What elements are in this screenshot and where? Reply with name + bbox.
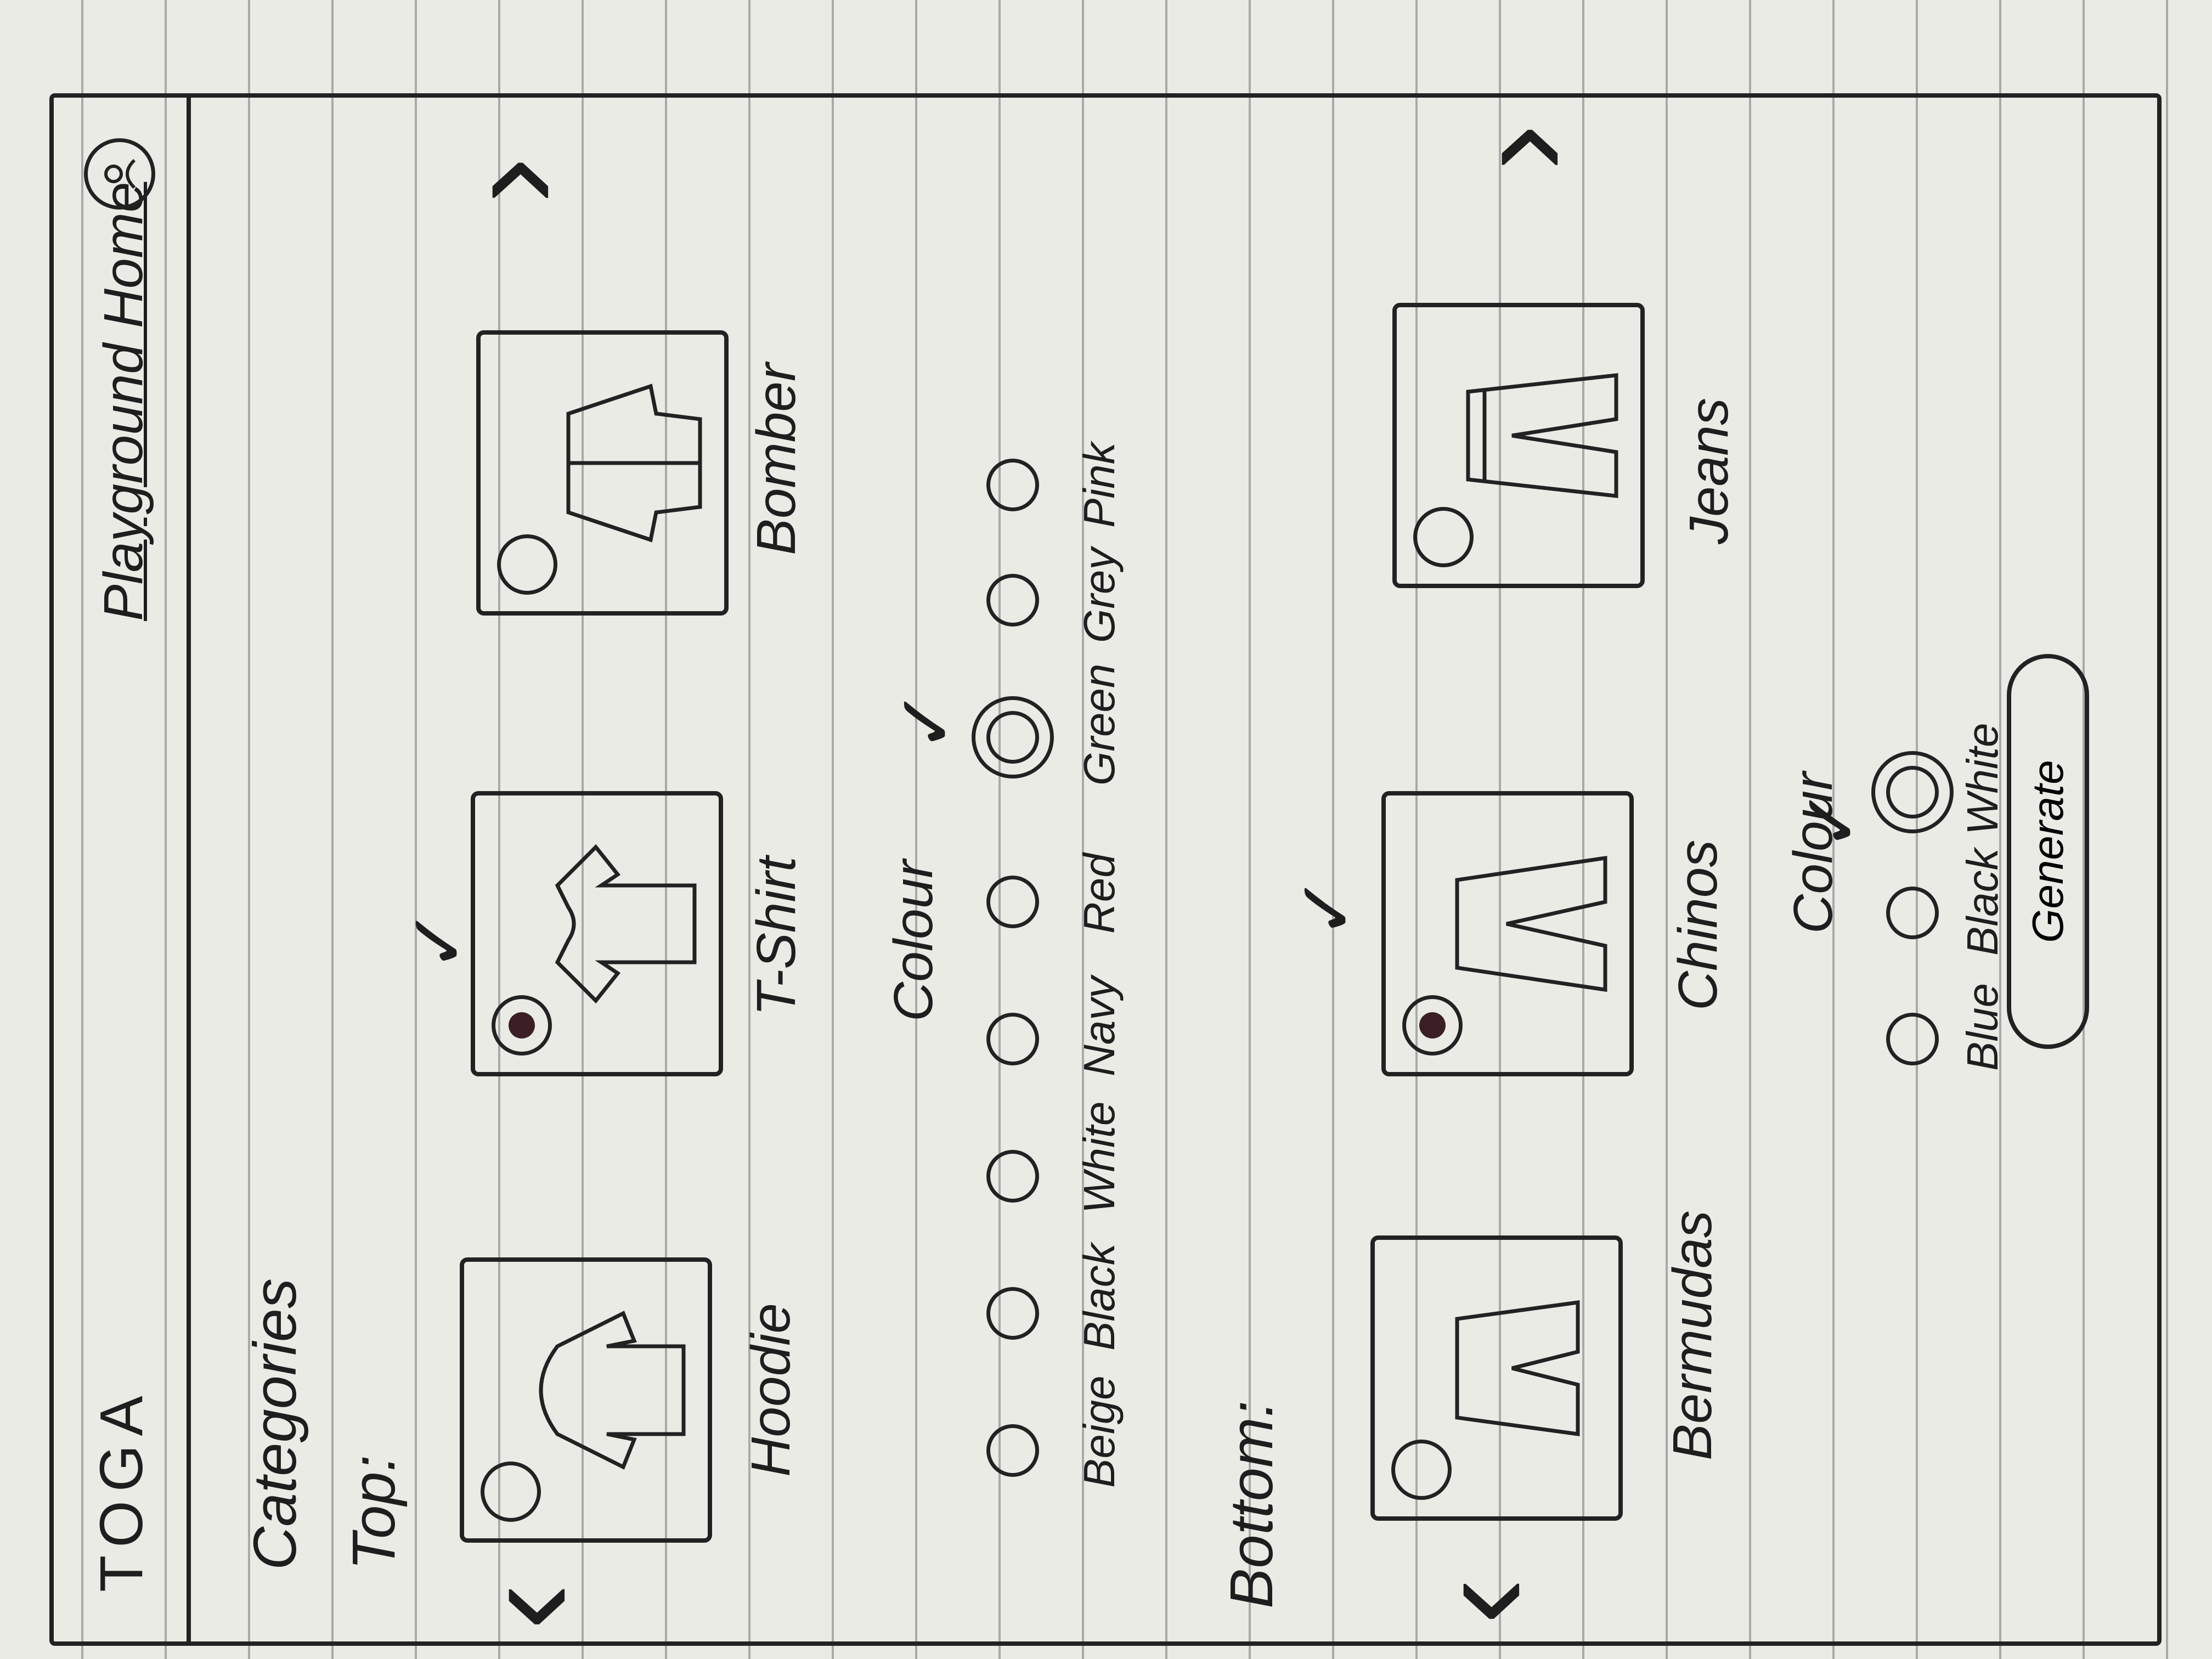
top-section-title: Top: bbox=[340, 1454, 408, 1570]
top-colour-name: Red bbox=[1075, 853, 1124, 934]
bottom-item-label: Jeans bbox=[1678, 398, 1740, 544]
top-item-label: Bomber bbox=[746, 363, 807, 555]
top-colour-name: Green bbox=[1075, 663, 1124, 786]
t-shirt-icon bbox=[555, 844, 697, 1004]
top-colour-swatch-grey[interactable] bbox=[986, 574, 1039, 627]
bermudas-icon bbox=[1455, 1300, 1580, 1437]
bottom-section-title: Bottom: bbox=[1218, 1400, 1285, 1609]
bottom-selected-checkmark: ✓ bbox=[1283, 874, 1369, 939]
jeans-icon bbox=[1466, 373, 1618, 498]
top-colour-name: Grey bbox=[1075, 548, 1124, 643]
bottom-colour-swatch-black[interactable] bbox=[1886, 887, 1939, 939]
top-colour-swatch-red[interactable] bbox=[986, 876, 1039, 928]
chinos-icon bbox=[1455, 855, 1607, 992]
bottom-colour-name: Black bbox=[1958, 848, 2007, 956]
top-item-label: T-Shirt bbox=[746, 856, 807, 1016]
top-item-t-shirt[interactable] bbox=[471, 791, 723, 1076]
top-colour-checkmark: ✓ bbox=[883, 688, 969, 753]
header: TOGA Playground Home bbox=[54, 98, 191, 1641]
hoodie-icon bbox=[539, 1311, 686, 1470]
bottom-item-bermudas[interactable] bbox=[1370, 1235, 1623, 1521]
bottom-item-chinos[interactable] bbox=[1381, 791, 1634, 1076]
bottom-item-jeans[interactable] bbox=[1392, 303, 1645, 588]
bottom-item-label: Bermudas bbox=[1662, 1210, 1723, 1460]
bottom-colour-swatch-white[interactable] bbox=[1871, 751, 1954, 833]
top-colour-name: Beige bbox=[1075, 1375, 1124, 1488]
top-colour-name: Black bbox=[1075, 1243, 1124, 1351]
top-colour-name: White bbox=[1075, 1101, 1124, 1214]
top-colour-swatch-beige[interactable] bbox=[986, 1424, 1039, 1477]
bottom-colour-name: White bbox=[1958, 723, 2007, 836]
bottom-prev-chevron-left-icon[interactable]: ‹ bbox=[1401, 1577, 1560, 1625]
top-colour-swatch-green[interactable] bbox=[972, 696, 1054, 778]
bottom-colour-name: Blue bbox=[1958, 983, 2007, 1071]
top-colour-swatch-pink[interactable] bbox=[986, 459, 1039, 511]
top-colour-swatch-navy[interactable] bbox=[986, 1013, 1039, 1065]
bottom-next-chevron-right-icon[interactable]: › bbox=[1439, 123, 1598, 171]
top-item-hoodie[interactable] bbox=[460, 1257, 712, 1543]
bottom-colour-checkmark: ✓ bbox=[1788, 787, 1874, 851]
top-prev-chevron-left-icon[interactable]: ‹ bbox=[446, 1583, 605, 1630]
app-frame: TOGA Playground Home Categories Top: ‹ ›… bbox=[49, 93, 2162, 1646]
logo: TOGA bbox=[88, 1387, 155, 1592]
top-item-label: Hoodie bbox=[740, 1303, 802, 1477]
top-item-bomber[interactable] bbox=[476, 330, 729, 616]
bottom-item-label: Chinos bbox=[1667, 839, 1729, 1011]
top-colour-swatch-black[interactable] bbox=[986, 1287, 1039, 1340]
bomber-icon bbox=[566, 383, 702, 543]
top-colour-label: Colour bbox=[883, 860, 944, 1022]
categories-label: Categories bbox=[241, 1278, 309, 1570]
top-colour-swatch-white[interactable] bbox=[986, 1150, 1039, 1203]
top-selected-checkmark: ✓ bbox=[394, 907, 481, 972]
top-colour-name: Navy bbox=[1075, 976, 1124, 1076]
profile-button[interactable] bbox=[84, 138, 155, 210]
top-colour-name: Pink bbox=[1075, 442, 1124, 528]
top-next-chevron-right-icon[interactable]: › bbox=[430, 156, 589, 204]
profile-icon bbox=[104, 159, 136, 189]
bottom-colour-swatch-blue[interactable] bbox=[1886, 1013, 1939, 1065]
generate-button[interactable]: Generate bbox=[2007, 654, 2089, 1049]
nav-link-playground-home[interactable]: Playground Home bbox=[92, 182, 155, 621]
